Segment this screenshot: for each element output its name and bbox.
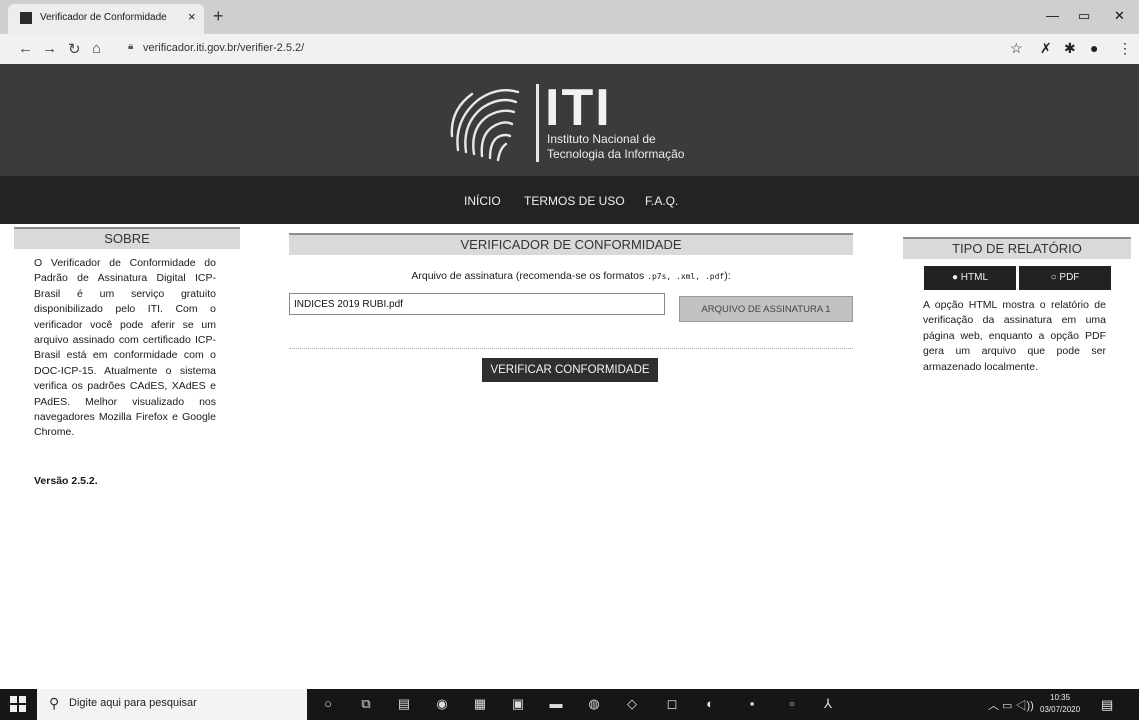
favicon-icon bbox=[20, 12, 32, 24]
logo-text: ITI bbox=[545, 79, 612, 137]
radio-html[interactable]: ● HTML bbox=[924, 266, 1016, 290]
clock-date[interactable]: 03/07/2020 bbox=[1040, 705, 1080, 714]
new-tab-button[interactable]: + bbox=[213, 6, 224, 27]
logo-subtitle-line2: Tecnologia da Informação bbox=[547, 147, 685, 161]
app-icon[interactable]: ◇ bbox=[622, 694, 642, 714]
cortana-icon[interactable]: ○ bbox=[318, 694, 338, 714]
sobre-heading: SOBRE bbox=[14, 227, 240, 249]
minimize-icon[interactable]: — bbox=[1046, 8, 1059, 23]
logo-subtitle-line1: Instituto Nacional de bbox=[547, 132, 656, 146]
verify-button[interactable]: VERIFICAR CONFORMIDADE bbox=[482, 358, 658, 382]
profile-icon[interactable]: ● bbox=[1090, 40, 1098, 56]
tab-title: Verificador de Conformidade bbox=[40, 12, 167, 23]
tipo-relatorio-text: A opção HTML mostra o relatório de verif… bbox=[923, 299, 1106, 373]
app-window-icon[interactable]: ◻ bbox=[662, 694, 682, 714]
word-icon[interactable]: ▦ bbox=[470, 694, 490, 714]
tab-close-button[interactable]: × bbox=[188, 9, 196, 24]
app-square-icon[interactable]: ▪ bbox=[742, 694, 762, 714]
clock-time[interactable]: 10:35 bbox=[1050, 693, 1070, 702]
nav-termos-de-uso[interactable]: TERMOS DE USO bbox=[524, 194, 625, 208]
file-name-field[interactable] bbox=[289, 293, 665, 315]
version-text: Versão 2.5.2. bbox=[34, 475, 98, 487]
radio-html-label: HTML bbox=[960, 272, 989, 283]
task-view-icon[interactable]: ⧉ bbox=[356, 694, 376, 714]
browser-tab[interactable]: Verificador de Conformidade × bbox=[8, 4, 204, 34]
lock-icon[interactable]: 🔒︎ bbox=[128, 41, 133, 52]
maximize-icon[interactable]: ▭ bbox=[1078, 8, 1090, 24]
explorer-icon[interactable]: ▬ bbox=[546, 694, 566, 714]
chrome-icon[interactable]: ◍ bbox=[584, 694, 604, 714]
close-window-icon[interactable]: ✕ bbox=[1114, 8, 1125, 24]
arquivo-label-formats: .p7s, .xml, .pdf bbox=[647, 272, 725, 281]
search-icon: ⚲ bbox=[49, 695, 60, 711]
taskbar-search-placeholder: Digite aqui para pesquisar bbox=[69, 697, 197, 709]
arquivo-label-prefix: Arquivo de assinatura (recomenda-se os f… bbox=[411, 270, 648, 282]
select-file-button[interactable]: ARQUIVO DE ASSINATURA 1 bbox=[679, 296, 853, 322]
radio-selected-icon: ● bbox=[951, 272, 961, 283]
reload-icon[interactable]: ↻ bbox=[68, 40, 81, 58]
logo-subtitle: Instituto Nacional de Tecnologia da Info… bbox=[547, 132, 684, 162]
arquivo-label-suffix: ): bbox=[724, 270, 731, 282]
section-divider bbox=[289, 348, 853, 349]
windows-start-icon[interactable] bbox=[10, 696, 26, 712]
back-icon[interactable]: ← bbox=[18, 40, 33, 57]
edge-icon[interactable]: ◉ bbox=[432, 694, 452, 714]
acrobat-icon[interactable]: ⅄ bbox=[818, 694, 838, 714]
system-tray-icons[interactable]: ︿ ▭ ◁)) bbox=[988, 697, 1034, 713]
tipo-relatorio-heading: TIPO DE RELATÓRIO bbox=[903, 237, 1131, 259]
home-icon[interactable]: ⌂ bbox=[92, 40, 101, 57]
excel-icon[interactable]: ▤ bbox=[394, 694, 414, 714]
star-icon[interactable]: ☆ bbox=[1010, 40, 1023, 57]
radio-pdf-label: PDF bbox=[1059, 272, 1080, 283]
app-circle-icon[interactable]: ◐ bbox=[700, 694, 720, 714]
forward-icon[interactable]: → bbox=[42, 40, 57, 57]
menu-icon[interactable]: ⋮ bbox=[1118, 40, 1132, 57]
url-field[interactable]: verificador.iti.gov.br/verifier-2.5.2/ bbox=[143, 42, 304, 54]
notification-icon[interactable]: ▤ bbox=[1101, 697, 1113, 713]
nav-inicio[interactable]: INÍCIO bbox=[464, 194, 501, 208]
puzzle-icon[interactable]: ✱ bbox=[1064, 40, 1076, 57]
nav-faq[interactable]: F.A.Q. bbox=[645, 194, 678, 208]
extension-icon[interactable]: ✗ bbox=[1040, 40, 1052, 57]
logo-divider bbox=[536, 84, 539, 162]
radio-pdf[interactable]: ○ PDF bbox=[1019, 266, 1111, 290]
verificador-heading: VERIFICADOR DE CONFORMIDADE bbox=[289, 233, 853, 255]
sobre-text: O Verificador de Conformidade do Padrão … bbox=[34, 257, 216, 439]
arquivo-label: Arquivo de assinatura (recomenda-se os f… bbox=[289, 270, 853, 282]
outlook-icon[interactable]: ▣ bbox=[508, 694, 528, 714]
app-box-icon[interactable]: ▫ bbox=[782, 694, 802, 714]
taskbar-search[interactable]: ⚲ Digite aqui para pesquisar bbox=[37, 689, 307, 720]
fingerprint-logo-icon bbox=[450, 89, 520, 162]
